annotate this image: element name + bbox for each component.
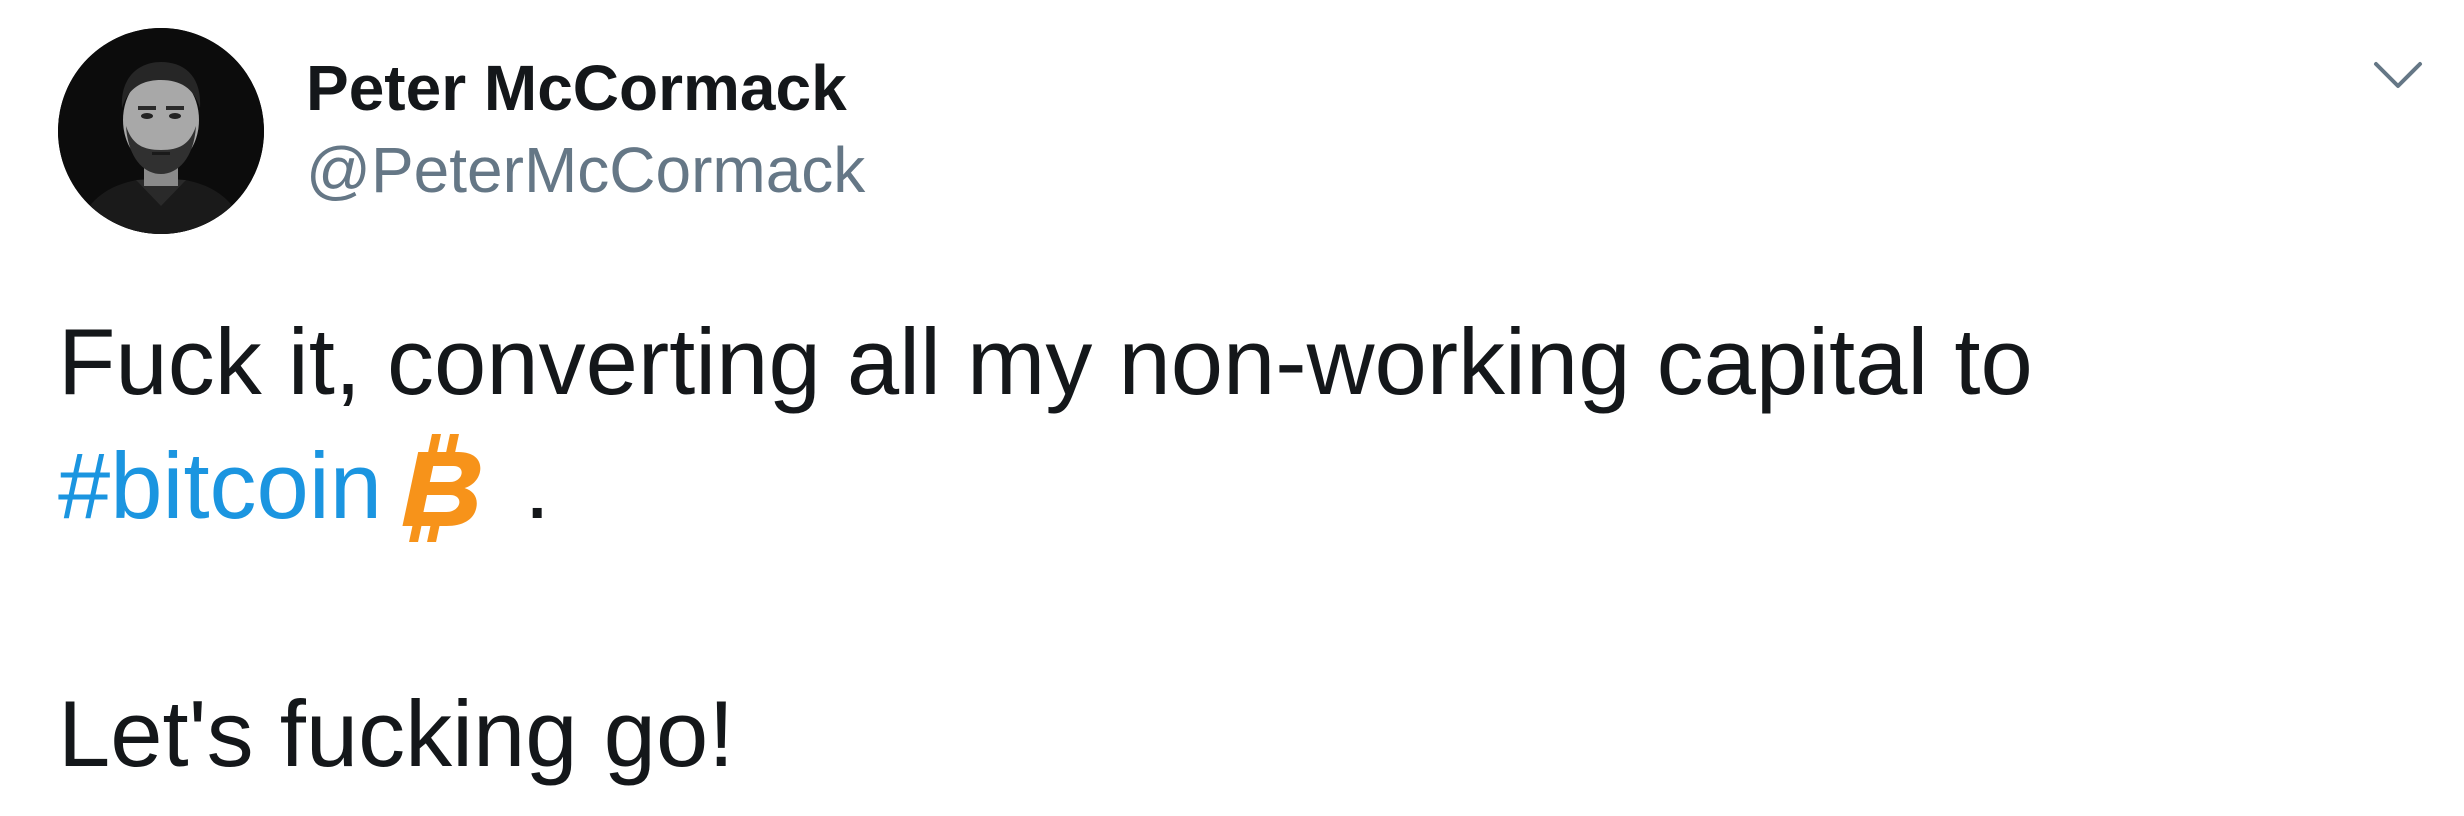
bitcoin-icon <box>388 424 498 548</box>
tweet-text: Fuck it, converting all my non-working c… <box>58 300 2418 796</box>
hashtag-link[interactable]: #bitcoin <box>58 433 382 538</box>
tweet-text-fragment: . <box>498 433 551 538</box>
display-name[interactable]: Peter McCormack <box>306 52 847 124</box>
tweet-line: Let's fucking go! <box>58 681 735 786</box>
user-handle[interactable]: @PeterMcCormack <box>306 134 865 206</box>
tweet-card: Peter McCormack @PeterMcCormack Fuck it,… <box>0 0 2464 816</box>
tweet-line: Fuck it, converting all my non-working c… <box>58 309 2033 414</box>
avatar[interactable] <box>58 28 264 234</box>
tweet-line: #bitcoin . <box>58 424 2418 548</box>
chevron-down-icon[interactable] <box>2364 50 2432 102</box>
